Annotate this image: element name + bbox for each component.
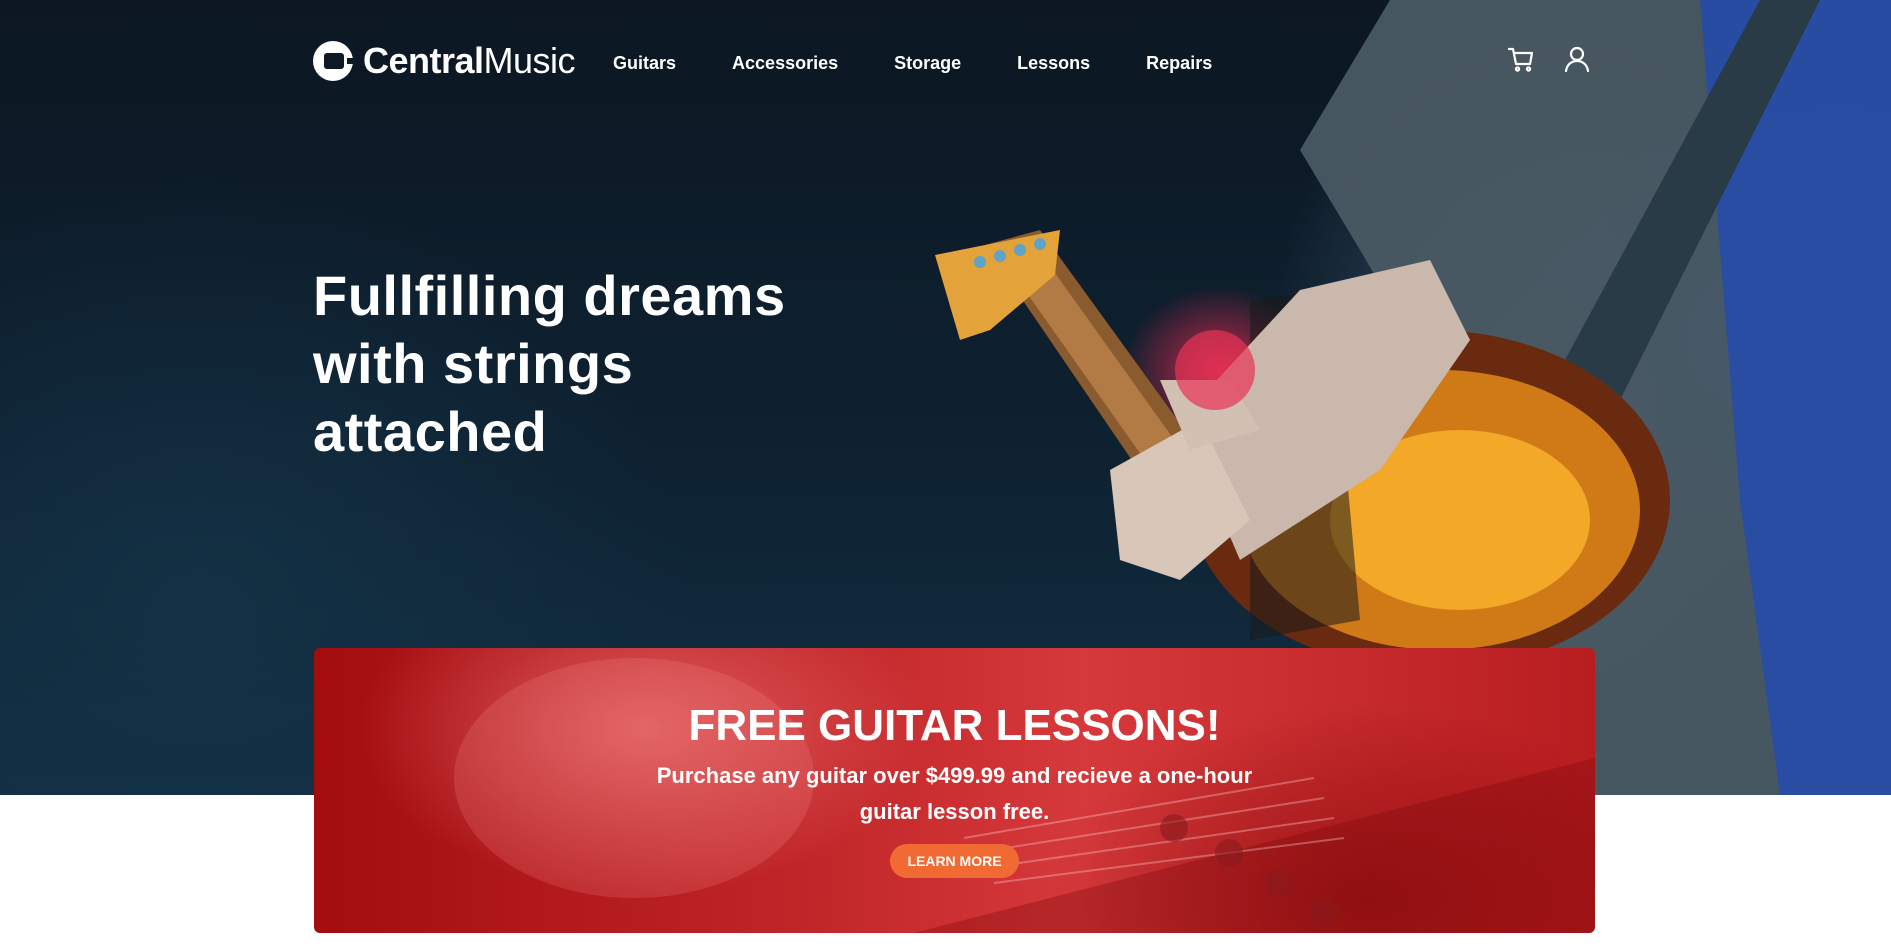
main-nav: Guitars Accessories Storage Lessons Repa… [613,50,1268,76]
promo-content: FREE GUITAR LESSONS! Purchase any guitar… [314,648,1595,933]
brand-name: CentralMusic [363,40,576,81]
nav-icons [1506,44,1592,74]
learn-more-button[interactable]: LEARN MORE [890,844,1019,878]
nav-item-lessons[interactable]: Lessons [1017,50,1090,76]
guitar-amp-logo-icon [313,41,355,81]
nav-item-storage[interactable]: Storage [894,50,961,76]
nav-item-guitars[interactable]: Guitars [613,50,676,76]
top-navbar: CentralMusic Guitars Accessories Storage… [0,0,1891,120]
brand-logo[interactable]: CentralMusic [313,38,576,84]
user-icon[interactable] [1562,44,1592,74]
promo-title: FREE GUITAR LESSONS! [688,701,1221,750]
cart-icon[interactable] [1506,44,1536,74]
promo-description: Purchase any guitar over $499.99 and rec… [656,763,1253,824]
hero-headline: Fullfilling dreams with strings attached [313,264,786,463]
nav-item-accessories[interactable]: Accessories [732,50,838,76]
nav-item-repairs[interactable]: Repairs [1146,50,1212,76]
promo-banner: FREE GUITAR LESSONS! Purchase any guitar… [314,648,1595,933]
